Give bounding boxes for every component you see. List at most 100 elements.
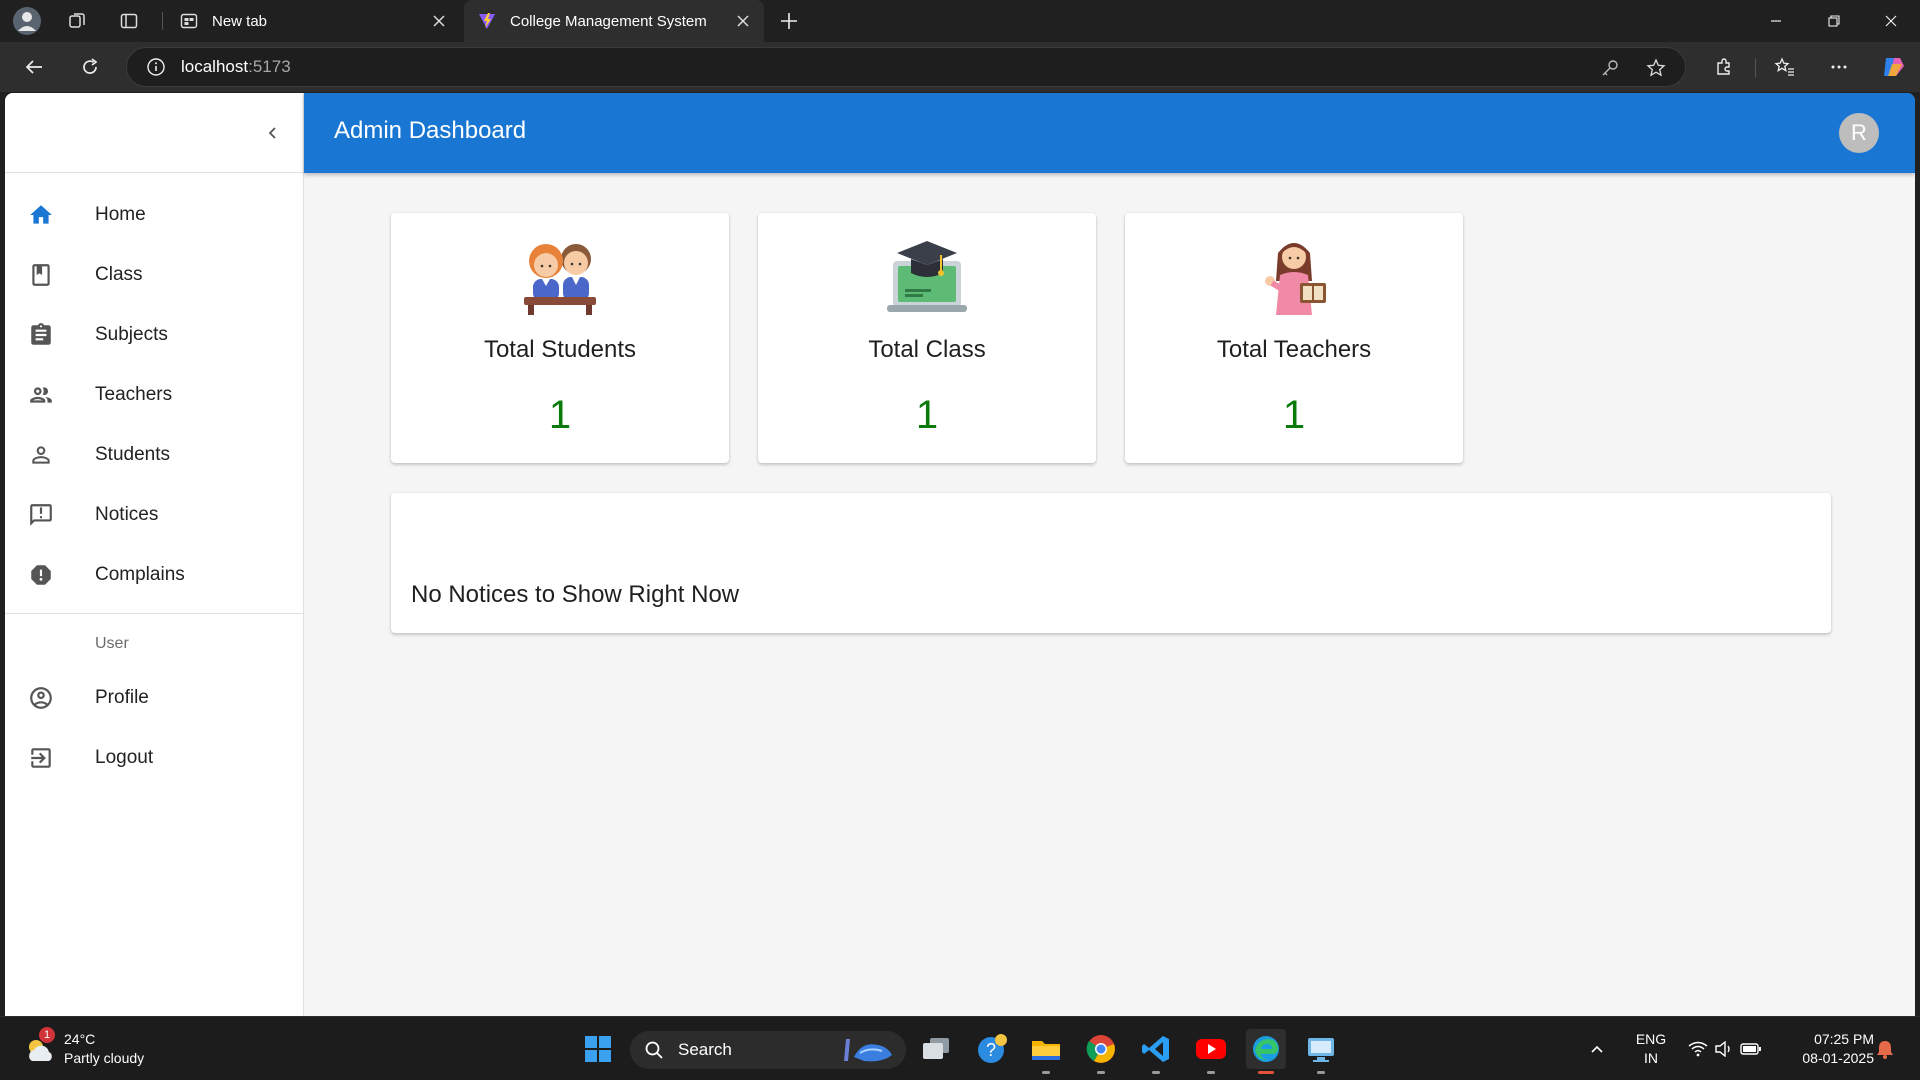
refresh-icon[interactable] — [72, 49, 108, 85]
sidebar-item-notices[interactable]: Notices — [5, 485, 303, 545]
clock-time: 07:25 PM — [1814, 1031, 1874, 1047]
more-options-icon[interactable] — [1821, 49, 1857, 85]
sidebar-item-class[interactable]: Class — [5, 245, 303, 305]
stat-value: 1 — [915, 393, 939, 437]
taskbar-search[interactable]: Search — [630, 1031, 906, 1069]
sidebar-item-label: Class — [95, 264, 143, 285]
running-indicator — [1258, 1071, 1274, 1074]
weather-widget[interactable]: 1 24°C Partly cloudy — [22, 1027, 182, 1069]
stat-card-class: Total Class 1 — [758, 213, 1096, 463]
tab-college-management[interactable]: College Management System — [464, 0, 764, 42]
url-port: :5173 — [248, 57, 291, 76]
stat-value: 1 — [1282, 393, 1306, 437]
address-bar[interactable]: localhost:5173 — [126, 47, 1686, 87]
remote-desktop-icon[interactable] — [1301, 1029, 1341, 1074]
windows-start-icon[interactable] — [578, 1029, 618, 1069]
get-help-icon[interactable]: ? — [972, 1029, 1012, 1069]
search-highlight-icon — [842, 1035, 894, 1065]
stat-title: Total Students — [483, 336, 637, 363]
chevron-up-icon[interactable] — [1582, 1029, 1612, 1069]
vertical-tabs-icon[interactable] — [112, 5, 146, 37]
tab-title: New tab — [212, 12, 268, 30]
extensions-icon[interactable] — [1706, 49, 1742, 85]
battery-icon[interactable] — [1739, 1029, 1763, 1069]
sidebar-item-home[interactable]: Home — [5, 185, 303, 245]
stat-title: Total Class — [868, 336, 986, 363]
home-icon — [27, 201, 55, 229]
students-illustration-icon — [516, 231, 604, 319]
avatar[interactable]: R — [1839, 113, 1879, 153]
close-tab-icon[interactable] — [424, 6, 454, 36]
browser-tab-bar: New tab College Management System — [0, 0, 1920, 42]
sidebar-item-logout[interactable]: Logout — [5, 728, 303, 788]
sidebar-item-label: Home — [95, 204, 146, 225]
minimize-icon[interactable] — [1747, 0, 1805, 42]
sidebar-item-label: Logout — [95, 747, 154, 768]
tab-new-tab[interactable]: New tab — [166, 0, 460, 42]
assignment-icon — [27, 321, 55, 349]
taskbar: 1 24°C Partly cloudy Search ? ENG IN 07:… — [0, 1016, 1920, 1080]
restore-icon[interactable] — [1805, 0, 1863, 42]
stat-card-students: Total Students 1 — [391, 213, 729, 463]
close-tab-icon[interactable] — [728, 6, 758, 36]
volume-icon[interactable] — [1712, 1029, 1736, 1069]
sidebar-item-teachers[interactable]: Teachers — [5, 365, 303, 425]
site-info-icon[interactable] — [145, 56, 167, 78]
new-tab-plus-icon[interactable] — [772, 5, 806, 37]
youtube-icon[interactable] — [1191, 1029, 1231, 1074]
profile-avatar-icon[interactable] — [10, 5, 44, 37]
account-circle-outline-icon — [27, 684, 55, 712]
language-code: ENG — [1635, 1031, 1667, 1047]
weather-alert-badge: 1 — [39, 1027, 55, 1043]
search-label: Search — [678, 1040, 732, 1059]
clock[interactable]: 07:25 PM 08-01-2025 — [1778, 1030, 1874, 1068]
tab-divider — [162, 12, 163, 30]
vscode-icon[interactable] — [1136, 1029, 1176, 1074]
person-outline-icon — [27, 441, 55, 469]
close-window-icon[interactable] — [1862, 0, 1920, 42]
sidebar-item-subjects[interactable]: Subjects — [5, 305, 303, 365]
exit-to-app-icon — [27, 744, 55, 772]
sidebar-item-label: Notices — [95, 504, 159, 525]
sidebar-item-label: Profile — [95, 687, 149, 708]
sidebar-item-complains[interactable]: Complains — [5, 545, 303, 605]
file-explorer-icon[interactable] — [1026, 1029, 1066, 1074]
sidebar-divider — [5, 613, 303, 614]
language-indicator[interactable]: ENG IN — [1624, 1030, 1678, 1068]
stat-card-teachers: Total Teachers 1 — [1125, 213, 1463, 463]
browser-toolbar: localhost:5173 — [0, 42, 1920, 92]
sidebar: Home Class Subjects Teachers Students No… — [5, 93, 304, 1016]
vite-logo-icon — [476, 10, 498, 32]
language-region: IN — [1644, 1050, 1658, 1066]
supervisor-account-icon — [27, 381, 55, 409]
favorites-icon[interactable] — [1767, 49, 1803, 85]
running-indicator — [1152, 1071, 1160, 1074]
chrome-icon[interactable] — [1081, 1029, 1121, 1074]
sidebar-user-header: User — [95, 635, 129, 652]
weather-description: Partly cloudy — [64, 1050, 145, 1066]
app-bar: Admin Dashboard R — [304, 93, 1915, 173]
toolbar-divider — [1755, 58, 1756, 78]
page-viewport: Home Class Subjects Teachers Students No… — [5, 93, 1915, 1016]
sidebar-nav: Home Class Subjects Teachers Students No… — [5, 173, 303, 605]
task-view-icon[interactable] — [916, 1029, 956, 1069]
back-arrow-icon[interactable] — [16, 49, 52, 85]
notices-card: No Notices to Show Right Now — [391, 493, 1831, 633]
notification-bell-icon[interactable] — [1872, 1029, 1898, 1069]
sidebar-item-label: Teachers — [95, 384, 173, 405]
clock-date: 08-01-2025 — [1802, 1050, 1874, 1066]
password-key-icon[interactable] — [1599, 57, 1621, 79]
favorite-star-icon[interactable] — [1645, 57, 1667, 79]
running-indicator — [1207, 1071, 1215, 1074]
sidebar-item-students[interactable]: Students — [5, 425, 303, 485]
workspaces-icon[interactable] — [60, 5, 94, 37]
sidebar-item-profile[interactable]: Profile — [5, 668, 303, 728]
wifi-icon[interactable] — [1686, 1029, 1710, 1069]
teacher-illustration-icon — [1250, 231, 1338, 319]
copilot-icon[interactable] — [1875, 49, 1911, 85]
chevron-left-icon[interactable] — [255, 115, 291, 151]
stat-value: 1 — [548, 393, 572, 437]
edge-icon[interactable] — [1246, 1029, 1286, 1074]
running-indicator — [1042, 1071, 1050, 1074]
sidebar-item-label: Subjects — [95, 324, 168, 345]
